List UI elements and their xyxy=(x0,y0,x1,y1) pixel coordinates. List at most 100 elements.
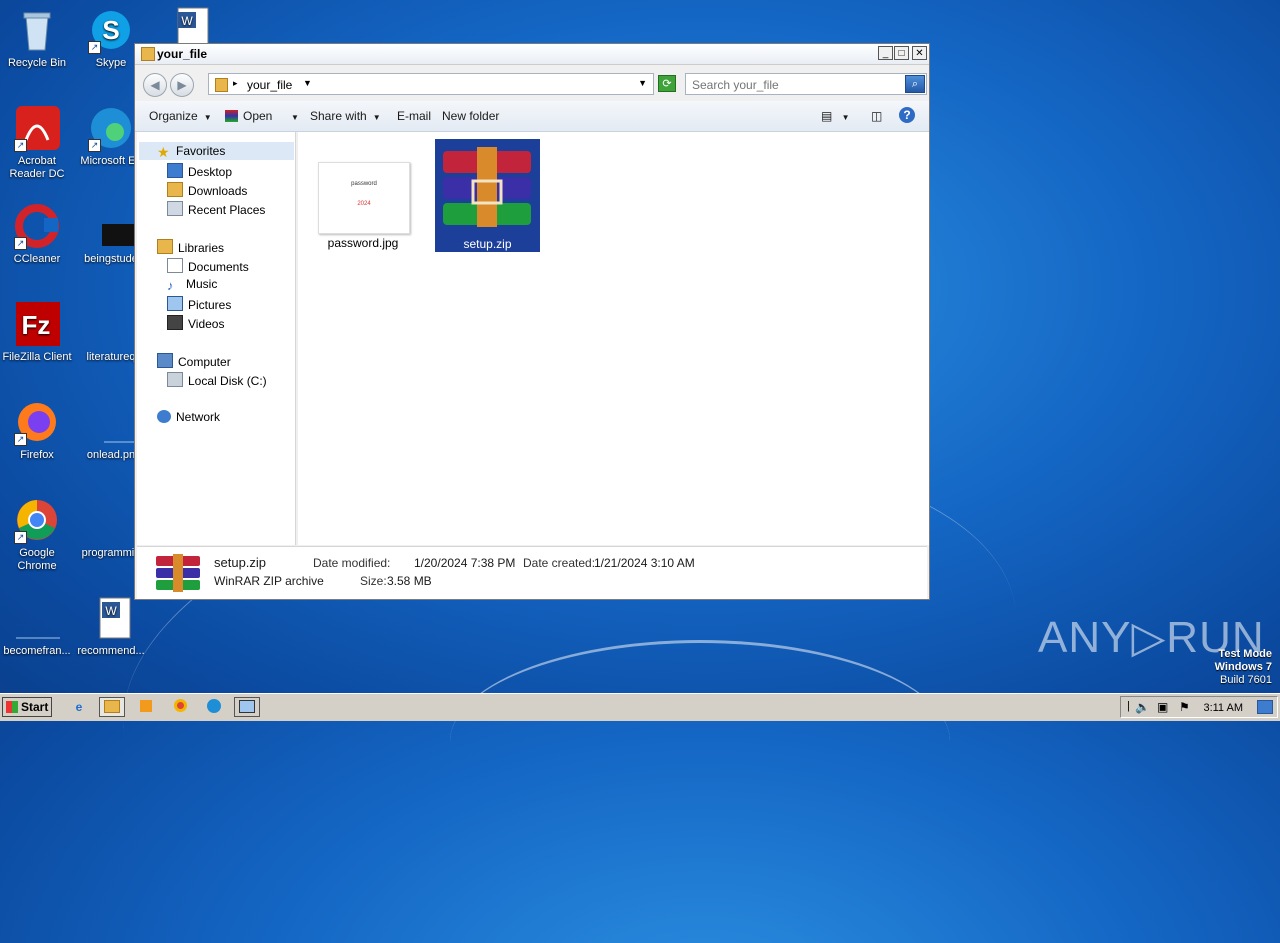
organize-button[interactable]: Organize ▼ xyxy=(149,109,212,123)
chevron-down-icon[interactable]: ▼ xyxy=(303,78,312,88)
details-created-value: 1/21/2024 3:10 AM xyxy=(594,556,695,570)
nav-item-videos[interactable]: Videos xyxy=(167,315,224,331)
desktop-icon-firefox[interactable]: ↗ Firefox xyxy=(0,400,74,462)
word-doc-icon: W xyxy=(88,596,134,642)
disk-icon xyxy=(167,372,183,387)
address-bar-row: ◀ ▶ ▸ your_file ▼ ▼ ⟳ ⌕ xyxy=(135,68,929,100)
computer-icon xyxy=(157,353,173,368)
taskbar-ie-icon[interactable]: e xyxy=(66,697,92,717)
desktop-icon-recycle-bin[interactable]: Recycle Bin xyxy=(0,8,74,70)
nav-item-recent-places[interactable]: Recent Places xyxy=(167,201,265,217)
start-button[interactable]: Start xyxy=(2,697,52,717)
action-center-flag-icon[interactable]: ⚑ xyxy=(1179,700,1190,714)
show-desktop-icon[interactable] xyxy=(1257,700,1273,714)
window-title: your_file xyxy=(157,47,208,61)
file-icon xyxy=(88,498,134,544)
firefox-icon: ↗ xyxy=(14,400,60,446)
desktop-icon-chrome[interactable]: ↗ Google Chrome xyxy=(0,498,74,573)
star-icon: ★ xyxy=(157,144,170,160)
file-item-setup-zip[interactable]: setup.zip xyxy=(435,139,540,252)
winrar-icon xyxy=(225,110,238,122)
details-file-type: WinRAR ZIP archive xyxy=(214,574,324,588)
desktop-icon xyxy=(167,163,183,178)
tray-chevron-icon[interactable]: | xyxy=(1127,700,1130,712)
title-bar[interactable]: your_file _ □ ✕ xyxy=(135,44,929,65)
file-icon xyxy=(14,596,60,642)
nav-item-pictures[interactable]: Pictures xyxy=(167,296,231,312)
explorer-window[interactable]: your_file _ □ ✕ ◀ ▶ ▸ your_file ▼ ▼ ⟳ ⌕ … xyxy=(134,43,930,600)
filezilla-icon: Fz xyxy=(14,302,60,348)
preview-pane-icon[interactable]: ◫ xyxy=(871,109,882,123)
clock[interactable]: 3:11 AM xyxy=(1203,702,1243,714)
close-button[interactable]: ✕ xyxy=(912,46,927,60)
forward-button[interactable]: ▶ xyxy=(170,73,194,97)
windows-logo-icon xyxy=(6,701,18,713)
search-icon[interactable]: ⌕ xyxy=(905,75,925,93)
nav-item-network[interactable]: Network xyxy=(157,410,220,424)
search-box[interactable]: ⌕ xyxy=(685,73,927,95)
refresh-button[interactable]: ⟳ xyxy=(658,75,676,92)
file-item-password-jpg[interactable]: password 2024 password.jpg xyxy=(310,158,416,254)
nav-item-favorites[interactable]: ★ Favorites xyxy=(157,144,225,159)
details-size-label: Size: xyxy=(360,574,387,588)
address-path[interactable]: your_file xyxy=(247,78,292,92)
taskbar-edge-icon[interactable] xyxy=(201,697,227,717)
svg-text:S: S xyxy=(102,15,119,45)
nav-item-music[interactable]: ♪ Music xyxy=(167,277,217,293)
nav-item-local-disk[interactable]: Local Disk (C:) xyxy=(167,372,267,388)
nav-item-computer[interactable]: Computer xyxy=(157,353,231,369)
pictures-icon xyxy=(167,296,183,311)
maximize-button[interactable]: □ xyxy=(894,46,909,60)
navigation-pane: ★ Favorites Desktop Downloads Recent Plac… xyxy=(137,132,296,545)
file-icon xyxy=(88,302,134,348)
minimize-button[interactable]: _ xyxy=(878,46,893,60)
watermark-line: Test Mode xyxy=(1218,648,1272,660)
network-tray-icon[interactable]: ▣ xyxy=(1157,700,1168,714)
share-with-button[interactable]: Share with ▼ xyxy=(310,109,381,123)
nav-item-downloads[interactable]: Downloads xyxy=(167,182,247,198)
volume-icon[interactable]: 🔈 xyxy=(1135,700,1150,714)
test-mode-watermark: Test Mode Windows 7 Build 7601 xyxy=(1215,648,1272,687)
downloads-icon xyxy=(167,182,183,197)
desktop-icon-filezilla[interactable]: Fz FileZilla Client xyxy=(0,302,74,364)
ccleaner-icon: ↗ xyxy=(14,204,60,250)
thumbnail-text: password xyxy=(351,181,377,187)
open-button[interactable]: Open xyxy=(225,109,272,123)
email-button[interactable]: E-mail xyxy=(397,109,431,123)
videos-icon xyxy=(167,315,183,330)
new-folder-button[interactable]: New folder xyxy=(442,109,499,123)
details-modified-label: Date modified: xyxy=(313,556,391,570)
taskbar-media-player-icon[interactable] xyxy=(133,697,159,717)
nav-item-desktop[interactable]: Desktop xyxy=(167,163,232,179)
music-icon: ♪ xyxy=(167,278,174,293)
back-button[interactable]: ◀ xyxy=(143,73,167,97)
nav-item-documents[interactable]: Documents xyxy=(167,258,249,274)
nav-item-libraries[interactable]: Libraries xyxy=(157,239,224,255)
taskbar-chrome-icon[interactable] xyxy=(167,697,193,717)
file-name: setup.zip xyxy=(463,237,512,251)
recent-places-icon xyxy=(167,201,183,216)
system-tray: | 🔈 ▣ ⚑ 3:11 AM xyxy=(1120,696,1278,718)
desktop-icon-ccleaner[interactable]: ↗ CCleaner xyxy=(0,204,74,266)
folder-icon xyxy=(215,78,228,92)
recycle-bin-icon xyxy=(14,8,60,54)
watermark-line: Windows 7 xyxy=(1214,661,1272,673)
address-dropdown-icon[interactable]: ▼ xyxy=(638,78,647,88)
winrar-archive-icon xyxy=(441,145,533,229)
skype-icon: S ↗ xyxy=(88,8,134,54)
file-list[interactable]: password 2024 password.jpg setup.zip xyxy=(298,132,929,545)
taskbar-window-switcher-icon[interactable] xyxy=(234,697,260,717)
breadcrumb-arrow-icon[interactable]: ▸ xyxy=(233,78,238,89)
help-icon[interactable]: ? xyxy=(899,107,915,123)
desktop-icon-becomefran[interactable]: becomefran... xyxy=(0,596,74,658)
documents-icon xyxy=(167,258,183,273)
address-box[interactable]: ▸ your_file ▼ ▼ xyxy=(208,73,654,95)
search-input[interactable] xyxy=(690,77,904,93)
desktop-icon-acrobat[interactable]: ↗ Acrobat Reader DC xyxy=(0,106,74,181)
change-view-icon[interactable]: ▤ ▼ xyxy=(821,109,850,123)
folder-icon xyxy=(141,47,155,61)
desktop-icon-recommend[interactable]: W recommend... xyxy=(74,596,148,658)
taskbar-explorer-icon[interactable] xyxy=(99,697,125,717)
taskbar: Start e | 🔈 ▣ ⚑ 3:11 AM xyxy=(0,693,1280,721)
open-dropdown-icon[interactable]: ▼ xyxy=(285,109,299,123)
